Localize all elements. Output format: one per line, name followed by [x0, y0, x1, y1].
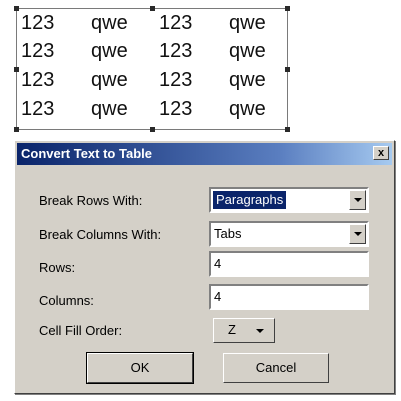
text-cell: 123	[159, 12, 193, 34]
dialog-titlebar[interactable]: Convert Text to Table x	[17, 143, 392, 165]
text-row: 123 qwe 123 qwe	[17, 37, 287, 65]
close-button[interactable]: x	[373, 146, 389, 160]
text-cell: qwe	[91, 69, 128, 91]
resize-handle-bottom-right[interactable]	[285, 127, 290, 132]
text-cell: 123	[21, 98, 55, 120]
columns-value: 4	[214, 289, 222, 304]
break-rows-label: Break Rows With:	[39, 193, 143, 208]
columns-input[interactable]: 4	[209, 284, 369, 310]
rows-input[interactable]: 4	[209, 251, 369, 277]
rows-label: Rows:	[39, 260, 76, 275]
text-cell: qwe	[91, 40, 128, 62]
text-cell: qwe	[229, 98, 266, 120]
break-rows-select[interactable]: Paragraphs	[209, 187, 369, 213]
z-order-icon: Z	[228, 322, 236, 337]
break-rows-value: Paragraphs	[213, 191, 287, 209]
text-cell: 123	[21, 12, 55, 34]
text-frame[interactable]: 123 qwe 123 qwe 123 qwe 123 qwe 123 qwe …	[14, 6, 290, 132]
text-cell: qwe	[91, 12, 128, 34]
text-cell: qwe	[229, 12, 266, 34]
chevron-down-icon	[354, 232, 362, 236]
text-cell: 123	[21, 40, 55, 62]
text-row: 123 qwe 123 qwe	[17, 9, 287, 37]
text-cell: qwe	[91, 98, 128, 120]
text-cell: qwe	[229, 40, 266, 62]
resize-handle-bottom-left[interactable]	[14, 127, 19, 132]
break-rows-dropdown-button[interactable]	[349, 190, 366, 210]
cell-fill-order-button[interactable]: Z	[213, 318, 275, 343]
text-row: 123 qwe 123 qwe	[17, 66, 287, 94]
break-columns-select[interactable]: Tabs	[209, 221, 369, 247]
ok-button[interactable]: OK	[86, 352, 194, 384]
break-columns-value: Tabs	[214, 226, 242, 241]
break-columns-label: Break Columns With:	[39, 227, 162, 242]
columns-label: Columns:	[39, 293, 94, 308]
chevron-down-icon	[354, 198, 362, 202]
text-cell: qwe	[229, 69, 266, 91]
text-cell: 123	[21, 69, 55, 91]
cancel-button[interactable]: Cancel	[223, 353, 329, 383]
dialog-title: Convert Text to Table	[21, 146, 152, 161]
chevron-down-icon	[256, 329, 264, 333]
text-cell: 123	[159, 98, 193, 120]
cell-fill-order-label: Cell Fill Order:	[39, 323, 123, 338]
text-cell: 123	[159, 40, 193, 62]
break-columns-dropdown-button[interactable]	[349, 224, 366, 244]
convert-text-to-table-dialog: Convert Text to Table x Break Rows With:…	[14, 140, 395, 394]
text-row: 123 qwe 123 qwe	[17, 95, 287, 123]
resize-handle-bottom-middle[interactable]	[150, 127, 155, 132]
close-icon: x	[377, 147, 385, 159]
rows-value: 4	[214, 256, 222, 271]
text-cell: 123	[159, 69, 193, 91]
